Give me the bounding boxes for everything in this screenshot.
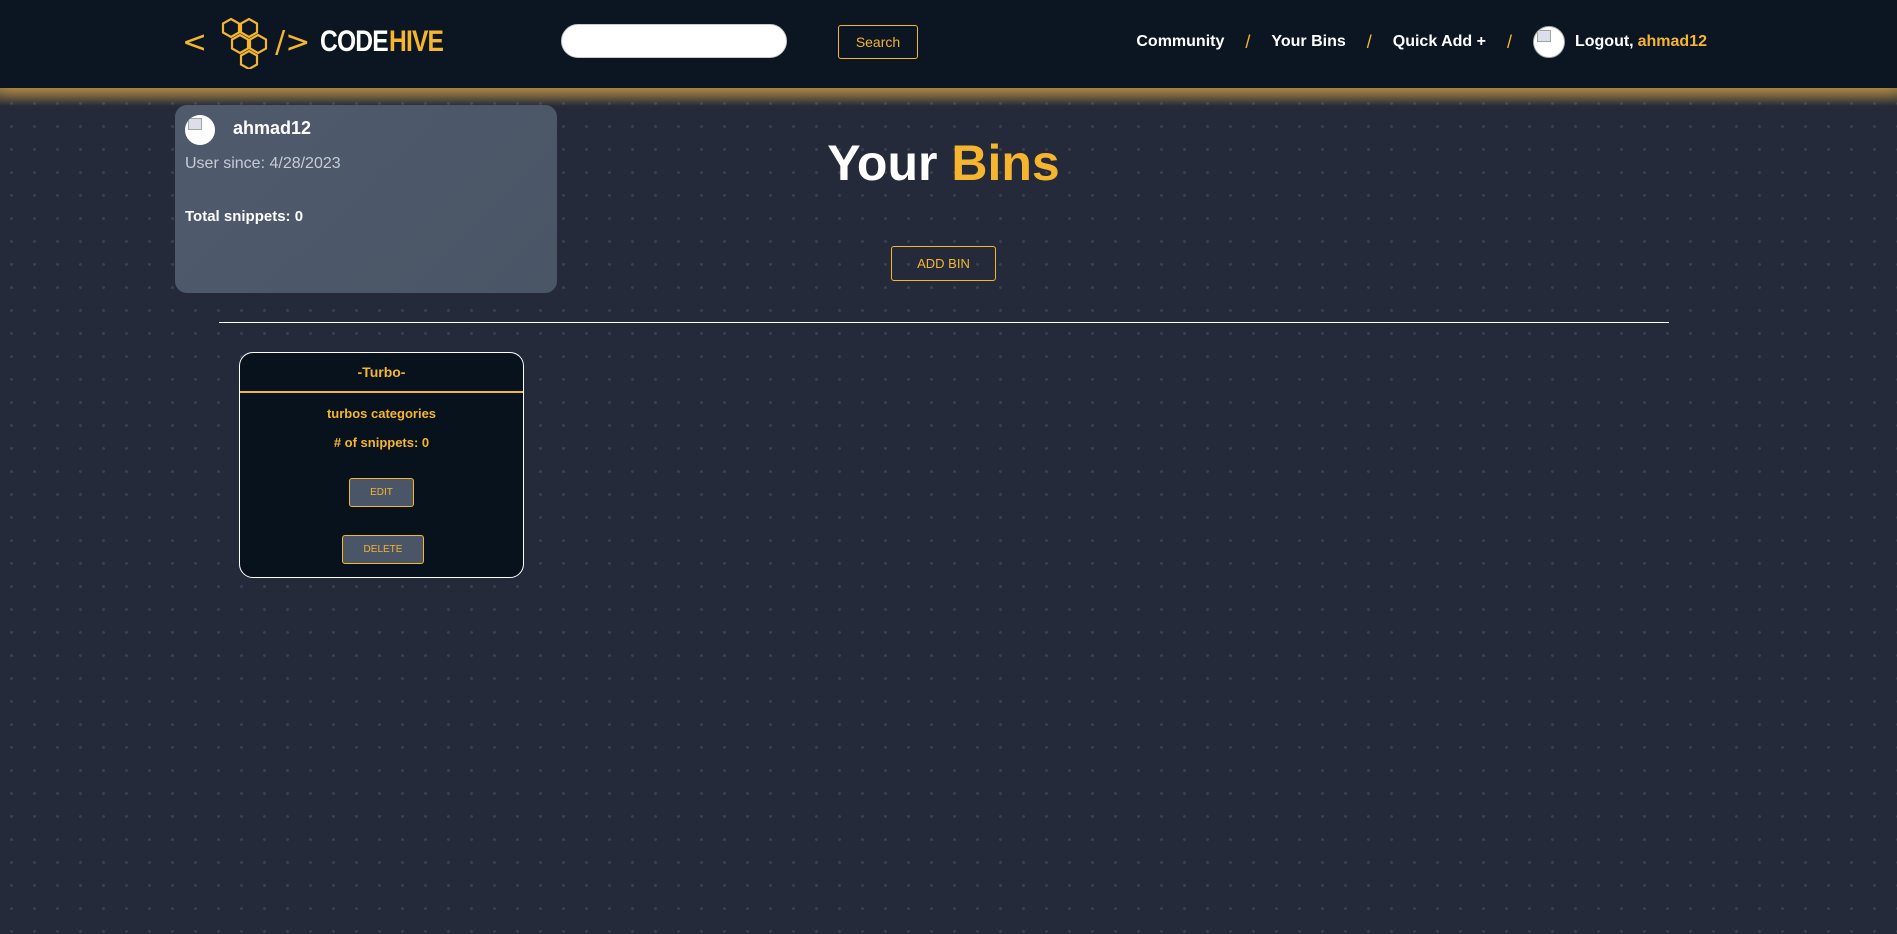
bin-delete-button[interactable]: DELETE: [342, 535, 424, 564]
nav-link-your-bins[interactable]: Your Bins: [1271, 33, 1345, 51]
logo-word-code: CODE: [320, 25, 389, 58]
honeycomb-icon: [222, 17, 268, 69]
page-title: Your Bins: [0, 134, 1887, 192]
logo-bracket-close: />: [275, 24, 311, 60]
add-bin-button[interactable]: ADD BIN: [891, 246, 996, 281]
profile-total-snippets: Total snippets: 0: [185, 208, 304, 225]
nav-link-quick-add[interactable]: Quick Add +: [1393, 33, 1486, 51]
logout-username: ahmad12: [1637, 33, 1707, 50]
nav-link-community[interactable]: Community: [1136, 33, 1224, 51]
nav-separator: /: [1506, 31, 1512, 52]
bin-snippet-count: # of snippets: 0: [333, 435, 430, 450]
user-avatar-icon[interactable]: [1532, 26, 1565, 58]
bin-card: -Turbo- turbos categories # of snippets:…: [239, 352, 524, 578]
code-hive-logo[interactable]: < /> CODE HIVE: [182, 16, 455, 69]
section-divider: [219, 322, 1669, 323]
nav-separator: /: [1366, 31, 1372, 52]
nav-separator: /: [1245, 31, 1251, 52]
logo-bracket-open: <: [182, 24, 208, 60]
page-title-word-bins: Bins: [951, 135, 1060, 191]
search-input[interactable]: [561, 24, 787, 58]
logout-link[interactable]: Logout, ahmad12: [1575, 33, 1707, 51]
logout-label: Logout,: [1574, 33, 1634, 50]
page-title-word-your: Your: [827, 135, 938, 191]
logo-word-hive: HIVE: [389, 25, 444, 58]
bin-description: turbos categories: [326, 406, 437, 421]
bin-title-divider: [240, 391, 523, 393]
navbar: < /> CODE HIVE Search Community / Your B…: [0, 0, 1897, 88]
nav-links: Community / Your Bins / Quick Add + / Lo…: [1136, 22, 1707, 62]
navbar-glow: [0, 88, 1897, 106]
bin-title[interactable]: -Turbo-: [240, 364, 523, 380]
search-button[interactable]: Search: [838, 25, 918, 59]
bin-edit-button[interactable]: EDIT: [349, 478, 414, 507]
